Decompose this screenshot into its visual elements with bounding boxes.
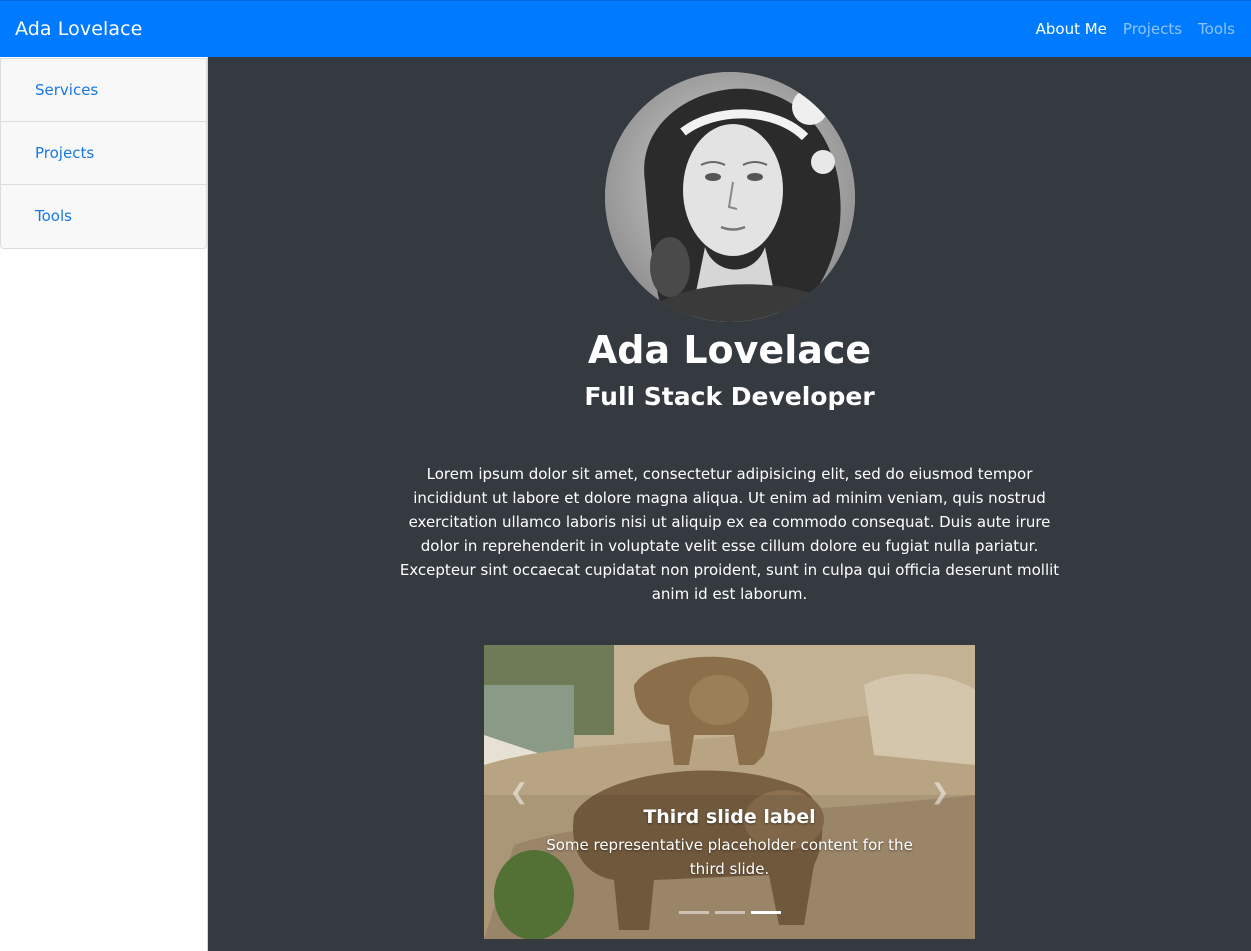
carousel-indicator-1[interactable]: [678, 911, 709, 914]
nav-link-projects[interactable]: Projects: [1115, 20, 1190, 38]
sidebar: Services Projects Tools: [0, 57, 208, 951]
navbar: Ada Lovelace About Me Projects Tools: [0, 0, 1251, 57]
nav-links: About Me Projects Tools: [1028, 20, 1243, 38]
profile-role: Full Stack Developer: [584, 382, 875, 411]
sidebar-item-projects[interactable]: Projects: [1, 122, 206, 185]
profile-name: Ada Lovelace: [587, 328, 872, 372]
chevron-right-icon: ❯: [930, 779, 950, 805]
carousel-indicator-2[interactable]: [714, 911, 745, 914]
brand-link[interactable]: Ada Lovelace: [15, 18, 142, 40]
nav-link-tools[interactable]: Tools: [1190, 20, 1243, 38]
carousel-caption-text: Some representative placeholder content …: [546, 836, 913, 878]
image-carousel: ❮ ❯ Third slide label Some representativ…: [484, 645, 975, 939]
carousel-prev-button[interactable]: ❮: [484, 645, 554, 939]
bears-slide-image: [484, 645, 975, 939]
portrait-image: [605, 72, 855, 322]
carousel-indicators: [484, 911, 975, 914]
carousel-next-button[interactable]: ❯: [905, 645, 975, 939]
sidebar-list: Services Projects Tools: [0, 58, 207, 249]
sidebar-item-services[interactable]: Services: [1, 59, 206, 122]
nav-link-about-me[interactable]: About Me: [1028, 20, 1115, 38]
chevron-left-icon: ❮: [509, 779, 529, 805]
main-content: Ada Lovelace Full Stack Developer Lorem …: [208, 57, 1251, 951]
carousel-caption-title: Third slide label: [643, 806, 816, 828]
carousel-indicator-3[interactable]: [750, 911, 781, 914]
sidebar-item-tools[interactable]: Tools: [1, 185, 206, 248]
carousel-caption: Third slide label Some representative pl…: [544, 803, 915, 881]
profile-avatar: [605, 72, 855, 322]
profile-bio: Lorem ipsum dolor sit amet, consectetur …: [399, 465, 1060, 603]
